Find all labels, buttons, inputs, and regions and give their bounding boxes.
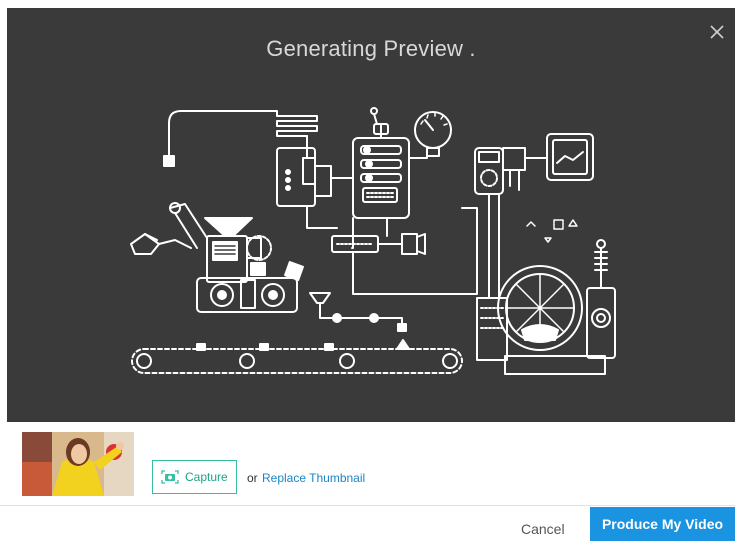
video-thumbnail [22,432,134,496]
cancel-button[interactable]: Cancel [511,517,575,541]
preview-panel: Generating Preview . [7,8,735,422]
replace-thumbnail-link[interactable]: Replace Thumbnail [262,471,365,485]
capture-button[interactable]: Capture [152,460,237,494]
camera-icon [161,470,179,484]
thumbnail-row: Capture or Replace Thumbnail [0,422,735,506]
footer-actions: Cancel Produce My Video [0,507,735,541]
produce-video-button[interactable]: Produce My Video [590,507,735,541]
or-text: or [247,471,258,485]
produce-video-modal: Generating Preview . Capture or Replace … [0,0,735,541]
capture-label: Capture [185,470,228,484]
assembly-machine-illustration [130,107,616,375]
